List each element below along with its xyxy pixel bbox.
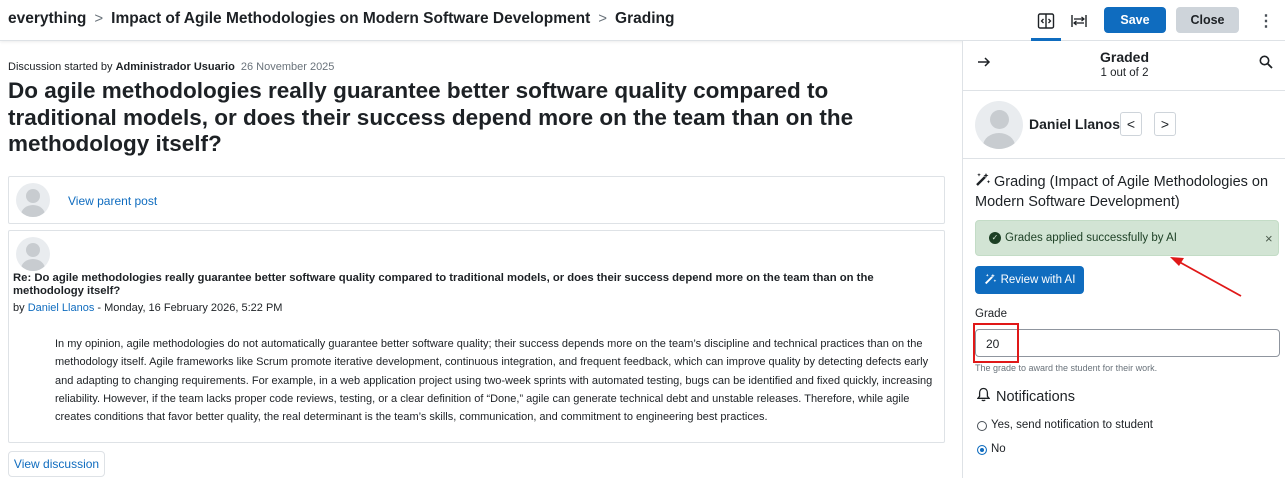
notify-yes-radio[interactable] xyxy=(977,421,987,431)
discussion-content: Discussion started by Administrador Usua… xyxy=(0,41,962,478)
breadcrumb: everything > Impact of Agile Methodologies… xyxy=(8,10,674,28)
grading-heading-text: Grading (Impact of Agile Methodologies o… xyxy=(975,174,1269,210)
discussion-author: Administrador Usuario xyxy=(115,61,235,73)
reply-post-card: Re: Do agile methodologies really guaran… xyxy=(8,230,945,443)
bell-icon xyxy=(976,387,991,406)
check-circle-icon: ✓ xyxy=(989,232,1001,244)
grading-status-title: Graded xyxy=(1099,49,1149,65)
avatar xyxy=(16,183,50,217)
grading-panel: Graded 1 out of 2 Daniel Llanos < > Grad… xyxy=(962,41,1285,478)
review-with-ai-label: Review with AI xyxy=(1000,274,1076,286)
annotation-highlight-box xyxy=(973,323,1019,363)
notify-no-label[interactable]: No xyxy=(991,443,1006,455)
collapse-panel-icon[interactable] xyxy=(1031,8,1061,41)
discussion-meta: Discussion started by Administrador Usua… xyxy=(8,61,334,73)
save-button[interactable]: Save xyxy=(1104,7,1166,33)
breadcrumb-item-course[interactable]: everything xyxy=(8,10,86,27)
avatar xyxy=(975,101,1023,149)
avatar xyxy=(16,237,50,271)
grade-input[interactable]: 20 xyxy=(975,329,1280,357)
notifications-heading: Notifications xyxy=(976,387,1075,406)
discussion-date: 26 November 2025 xyxy=(240,61,335,73)
discussion-title: Do agile methodologies really guarantee … xyxy=(8,78,854,156)
magic-wand-icon xyxy=(975,172,991,193)
breadcrumb-separator: > xyxy=(94,10,104,27)
more-options-icon[interactable]: ⋮ xyxy=(1258,11,1274,31)
view-parent-post-link[interactable]: View parent post xyxy=(68,194,157,208)
parent-post-card: View parent post xyxy=(8,176,945,224)
notify-yes-label[interactable]: Yes, send notification to student xyxy=(991,419,1153,431)
started-prefix: Discussion started by xyxy=(8,61,113,73)
post-author-link[interactable]: Daniel Llanos xyxy=(28,302,95,314)
expand-icon[interactable] xyxy=(1066,8,1092,34)
previous-user-button[interactable]: < xyxy=(1120,112,1142,136)
close-button[interactable]: Close xyxy=(1176,7,1239,33)
magic-wand-icon xyxy=(984,273,997,288)
post-datetime: - Monday, 16 February 2026, 5:22 PM xyxy=(97,302,283,314)
grading-progress: 1 out of 2 xyxy=(1100,67,1149,79)
grading-heading: Grading (Impact of Agile Methodologies o… xyxy=(975,172,1280,212)
review-with-ai-button[interactable]: Review with AI xyxy=(975,266,1084,294)
breadcrumb-separator: > xyxy=(598,10,608,27)
grade-help-text: The grade to award the student for their… xyxy=(975,363,1158,373)
post-byline: by Daniel Llanos - Monday, 16 February 2… xyxy=(13,302,282,314)
view-discussion-button[interactable]: View discussion xyxy=(8,451,105,477)
search-icon[interactable] xyxy=(1259,55,1273,74)
next-user-button[interactable]: > xyxy=(1154,112,1176,136)
breadcrumb-item-activity[interactable]: Impact of Agile Methodologies on Modern … xyxy=(111,10,590,27)
post-body: In my opinion, agile methodologies do no… xyxy=(55,338,933,424)
student-name: Daniel Llanos xyxy=(1029,116,1121,132)
post-subject: Re: Do agile methodologies really guaran… xyxy=(13,272,874,297)
byline-prefix: by xyxy=(13,302,25,314)
notify-no-radio[interactable] xyxy=(977,445,987,455)
alert-message: Grades applied successfully by AI xyxy=(1005,232,1177,244)
grading-panel-header: Graded 1 out of 2 xyxy=(963,41,1285,91)
grade-label: Grade xyxy=(975,308,1007,320)
student-selector: Daniel Llanos < > xyxy=(963,91,1285,159)
close-icon[interactable]: × xyxy=(1265,231,1273,246)
breadcrumb-item-grading: Grading xyxy=(615,10,675,27)
header-bar: everything > Impact of Agile Methodologies… xyxy=(0,0,1285,41)
notifications-heading-text: Notifications xyxy=(996,389,1075,405)
success-alert: ✓ Grades applied successfully by AI × xyxy=(975,220,1279,256)
